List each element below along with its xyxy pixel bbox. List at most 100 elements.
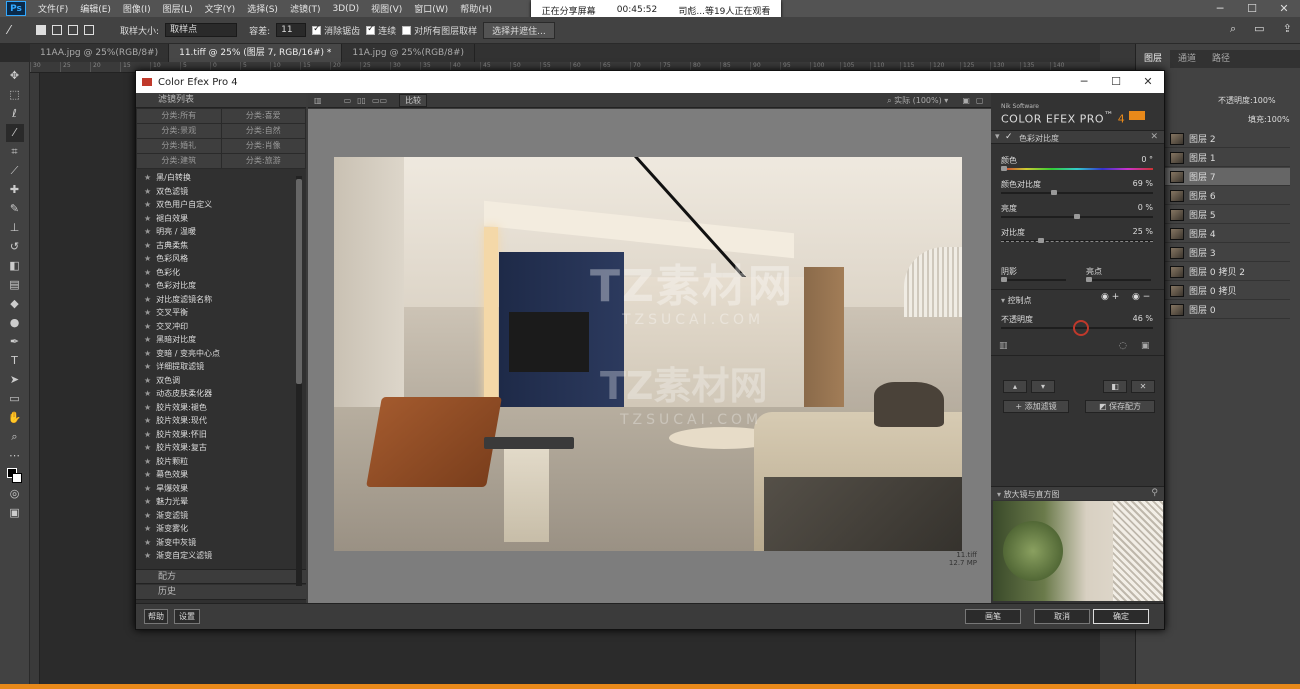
filter-item[interactable]: ★ 双色用户自定义 [136,198,306,212]
category-landscape[interactable]: 分类:景观 [137,124,221,138]
filter-item[interactable]: ★ 详细提取滤镜 [136,360,306,374]
sample-size-select[interactable]: 取样点 [165,23,238,37]
slider-highlights-thumb[interactable] [1086,277,1092,282]
favorite-star-icon[interactable]: ★ [144,443,151,452]
type-tool-icon[interactable]: T [6,352,24,370]
category-travel[interactable]: 分类:旅游 [221,154,305,168]
path-select-icon[interactable]: ➤ [6,371,24,389]
all-layers-checkbox[interactable]: 对所有图层取样 [402,24,477,37]
ok-button[interactable]: 确定 [1093,609,1149,624]
filter-item[interactable]: ★ 旱爆效果 [136,482,306,496]
filter-item[interactable]: ★ 黑/白转换 [136,171,306,185]
layer-row[interactable]: 图层 4 [1165,225,1290,243]
gradient-tool-icon[interactable]: ▤ [6,276,24,294]
side-by-side-icon[interactable]: ▭▭ [372,96,387,105]
category-architecture[interactable]: 分类:建筑 [137,154,221,168]
menu-type[interactable]: 文字(Y) [199,2,242,15]
minimize-icon[interactable]: ─ [1204,0,1236,17]
filter-item[interactable]: ★ 胶片效果:褪色 [136,401,306,415]
favorite-star-icon[interactable]: ★ [144,187,151,196]
favorite-star-icon[interactable]: ★ [144,403,151,412]
antialias-checkbox[interactable]: 消除锯齿 [312,24,360,37]
favorite-star-icon[interactable]: ★ [144,295,151,304]
favorite-star-icon[interactable]: ★ [144,173,151,182]
blur-tool-icon[interactable]: ◆ [6,295,24,313]
filter-item[interactable]: ★ 渐变自定义滤镜 [136,549,306,563]
background-icon[interactable]: ▣ [962,96,970,105]
layer-row[interactable]: 图层 2 [1165,130,1290,148]
filter-item[interactable]: ★ 黑暗对比度 [136,333,306,347]
filter-item[interactable]: ★ 渐变滤镜 [136,509,306,523]
filter-item[interactable]: ★ 色彩化 [136,266,306,280]
move-up-button[interactable]: ▴ [1003,380,1027,393]
more-tools-icon[interactable]: ⋯ [6,447,24,465]
tab-11-tiff[interactable]: 11.tiff @ 25% (图层 7, RGB/16#) * [169,44,343,62]
brush-button[interactable]: 画笔 [965,609,1021,624]
filter-item[interactable]: ★ 双色滤镜 [136,185,306,199]
filter-item[interactable]: ★ 古典柔焦 [136,239,306,253]
search-icon[interactable]: ⌕ [1230,22,1236,36]
history-section[interactable]: 历史 [136,585,306,600]
layer-row[interactable]: 图层 3 [1165,244,1290,262]
add-filter-button[interactable]: + 添加滤镜 [1003,400,1069,413]
maximize-icon[interactable]: ☐ [1236,0,1268,17]
save-recipe-button[interactable]: ◩ 保存配方 [1085,400,1155,413]
healing-tool-icon[interactable]: ✚ [6,181,24,199]
filter-item[interactable]: ★ 胶片颗粒 [136,455,306,469]
category-wedding[interactable]: 分类:婚礼 [137,139,221,153]
filter-item[interactable]: ★ 交叉平衡 [136,306,306,320]
stamp-tool-icon[interactable]: ⊥ [6,219,24,237]
dialog-maximize-icon[interactable]: ☐ [1100,71,1132,93]
copy-filter-button[interactable]: ◧ [1103,380,1127,393]
category-all[interactable]: 分类:所有 [137,109,221,123]
layer-row[interactable]: 图层 0 拷贝 [1165,282,1290,300]
contiguous-checkbox[interactable]: 连续 [366,24,396,37]
favorite-star-icon[interactable]: ★ [144,362,151,371]
favorite-star-icon[interactable]: ★ [144,227,151,236]
menu-filter[interactable]: 滤镜(T) [284,2,327,15]
favorite-star-icon[interactable]: ★ [144,335,151,344]
tab-11a[interactable]: 11A.jpg @ 25%(RGB/8#) [342,44,476,62]
favorite-star-icon[interactable]: ★ [144,524,151,533]
category-favorites[interactable]: 分类:喜爱 [221,109,305,123]
category-portrait[interactable]: 分类:肖像 [221,139,305,153]
filter-item[interactable]: ★ 色彩对比度 [136,279,306,293]
category-nature[interactable]: 分类:自然 [221,124,305,138]
filter-item[interactable]: ★ 胶片效果:怀旧 [136,428,306,442]
slider-shadows-thumb[interactable] [1001,277,1007,282]
layer-row[interactable]: 图层 1 [1165,149,1290,167]
favorite-star-icon[interactable]: ★ [144,551,151,560]
hand-tool-icon[interactable]: ✋ [6,409,24,427]
color-swatches-icon[interactable] [6,466,24,484]
menu-select[interactable]: 选择(S) [241,2,284,15]
slider-hue-thumb[interactable] [1001,166,1007,171]
favorite-star-icon[interactable]: ★ [144,322,151,331]
favorite-star-icon[interactable]: ★ [144,200,151,209]
preview-image[interactable] [334,157,962,551]
favorite-star-icon[interactable]: ★ [144,308,151,317]
filter-item[interactable]: ★ 幕色效果 [136,468,306,482]
compare-button[interactable]: 比较 [399,93,428,107]
filter-item[interactable]: ★ 渐变中灰镜 [136,536,306,550]
active-filter-header[interactable]: ▾ ✓ 色彩对比度 ✕ [991,130,1164,144]
mask-icon[interactable]: ▥ [999,341,1008,351]
crop-tool-icon[interactable]: ⌗ [6,143,24,161]
delete-filter-button[interactable]: ✕ [1131,380,1155,393]
favorite-star-icon[interactable]: ★ [144,214,151,223]
quick-mask-icon[interactable]: ◎ [6,485,24,503]
favorite-star-icon[interactable]: ★ [144,268,151,277]
zoom-tool-icon[interactable]: ⌕ [6,428,24,446]
layer-row[interactable]: 图层 6 [1165,187,1290,205]
split-view-icon[interactable]: ▯▯ [357,96,366,105]
help-button[interactable]: 帮助 [144,609,168,624]
filter-item[interactable]: ★ 魅力光晕 [136,495,306,509]
recipes-section[interactable]: 配方 [136,569,306,584]
cancel-button[interactable]: 取消 [1034,609,1090,624]
layer-row[interactable]: 图层 5 [1165,206,1290,224]
loupe-header[interactable]: ▾ 放大镜与直方图 ⚲ [991,486,1164,500]
favorite-star-icon[interactable]: ★ [144,254,151,263]
filter-item[interactable]: ★ 对比度滤镜名称 [136,293,306,307]
lasso-tool-icon[interactable]: ℓ [6,105,24,123]
menu-view[interactable]: 视图(V) [365,2,408,15]
menu-edit[interactable]: 编辑(E) [74,2,117,15]
